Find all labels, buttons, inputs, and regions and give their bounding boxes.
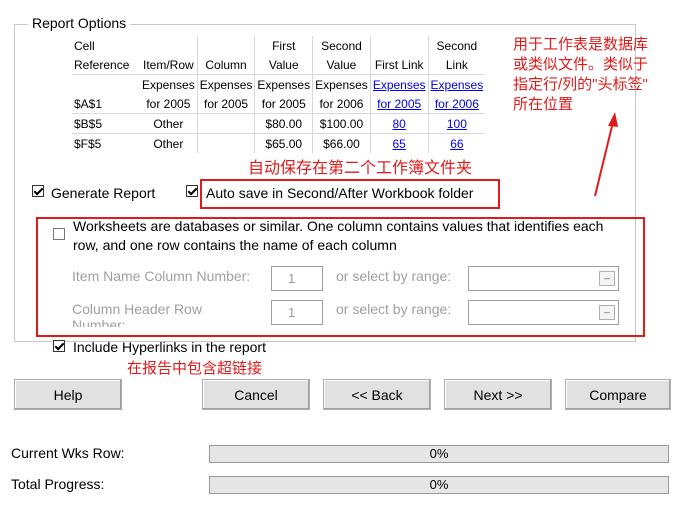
worksheets-db-highlight (36, 217, 645, 337)
table-link[interactable]: for 2006 (427, 94, 486, 114)
annotation-line: 所在位置 (513, 96, 574, 113)
table-row: $B$5 Other $80.00 $100.00 80 100 (72, 113, 486, 134)
table-cell: for 2005 (196, 94, 255, 114)
table-cell: for 2005 (254, 94, 313, 114)
help-button[interactable]: Help (14, 379, 122, 410)
current-wks-row-percent: 0% (429, 446, 449, 461)
table-cell: $66.00 (312, 133, 371, 153)
hyperlinks-annotation: 在报告中包含超链接 (127, 360, 263, 377)
table-header-row: $A$1 for 2005 for 2005 for 2005 for 2006… (72, 94, 486, 114)
table-link[interactable]: 65 (369, 133, 429, 153)
table-cell (196, 113, 255, 134)
table-cell (140, 36, 197, 55)
table-link[interactable]: Expenses (369, 74, 429, 94)
table-cell: Column (196, 55, 255, 75)
table-cell (72, 74, 140, 94)
table-cell: Expenses (312, 74, 371, 94)
table-cell: for 2006 (312, 94, 371, 114)
annotation-arrow-icon (594, 112, 618, 197)
generate-report-label[interactable]: Generate Report (51, 185, 155, 201)
table-cell (196, 36, 255, 55)
table-cell: Second (312, 36, 371, 55)
annotation-line: 指定行/列的"头标签" (513, 76, 648, 93)
table-cell: First Link (369, 55, 429, 75)
annotation-line: 或类似文件。类似于 (513, 56, 649, 73)
cancel-button[interactable]: Cancel (202, 379, 310, 410)
table-cell: Expenses (254, 74, 313, 94)
current-wks-row-label: Current Wks Row: (11, 445, 125, 461)
table-cell: $65.00 (254, 133, 313, 153)
table-link[interactable]: 100 (427, 113, 486, 134)
table-cell: Cell (74, 38, 95, 53)
table-cell: $B$5 (72, 113, 140, 134)
table-cell (196, 133, 255, 153)
table-cell: Reference (74, 57, 130, 72)
table-header-row: Reference Item/Row Column Value Value Fi… (72, 55, 486, 75)
table-cell: First (254, 36, 313, 55)
table-cell: Expenses (196, 74, 255, 94)
preview-table: Cell First Second Second Reference Item/… (72, 36, 486, 153)
auto-save-highlight (200, 179, 500, 209)
hyperlinks-label[interactable]: Include Hyperlinks in the report (73, 339, 266, 355)
auto-save-annotation: 自动保存在第二个工作簿文件夹 (248, 160, 473, 177)
total-progress-bar: 0% (209, 476, 669, 494)
table-header-row: Cell First Second Second (72, 36, 486, 55)
table-cell: $80.00 (254, 113, 313, 134)
table-row: $F$5 Other $65.00 $66.00 65 66 (72, 133, 486, 153)
report-options-title: Report Options (28, 15, 131, 31)
table-cell: Value (254, 55, 313, 75)
next-button[interactable]: Next >> (444, 379, 552, 410)
table-cell: for 2005 (146, 96, 191, 111)
total-progress-percent: 0% (429, 477, 449, 492)
table-cell: $A$1 (74, 96, 103, 111)
hyperlinks-checkbox[interactable] (53, 340, 65, 352)
table-cell: Other (140, 113, 198, 134)
table-cell: $F$5 (72, 133, 140, 153)
table-cell: Second (427, 36, 486, 55)
generate-report-checkbox[interactable] (32, 185, 44, 197)
table-cell: Value (312, 55, 371, 75)
current-wks-row-progress: 0% (209, 445, 669, 463)
table-link[interactable]: 80 (369, 113, 429, 134)
back-button[interactable]: << Back (323, 379, 431, 410)
table-cell: Expenses (140, 74, 198, 94)
table-link[interactable]: for 2005 (369, 94, 429, 114)
table-link[interactable]: 66 (427, 133, 486, 153)
table-cell: Other (140, 133, 198, 153)
table-cell: Item/Row (143, 57, 194, 72)
table-header-row: Expenses Expenses Expenses Expenses Expe… (72, 74, 486, 94)
total-progress-label: Total Progress: (11, 476, 105, 492)
header-label-annotation: 用于工作表是数据库 或类似文件。类似于 指定行/列的"头标签" 所在位置 (513, 35, 648, 115)
auto-save-checkbox[interactable] (186, 185, 198, 197)
annotation-line: 用于工作表是数据库 (513, 36, 649, 53)
table-cell (369, 36, 429, 55)
table-cell: Link (427, 55, 486, 75)
table-cell: $100.00 (312, 113, 371, 134)
compare-button[interactable]: Compare (565, 379, 671, 410)
table-link[interactable]: Expenses (427, 74, 486, 94)
